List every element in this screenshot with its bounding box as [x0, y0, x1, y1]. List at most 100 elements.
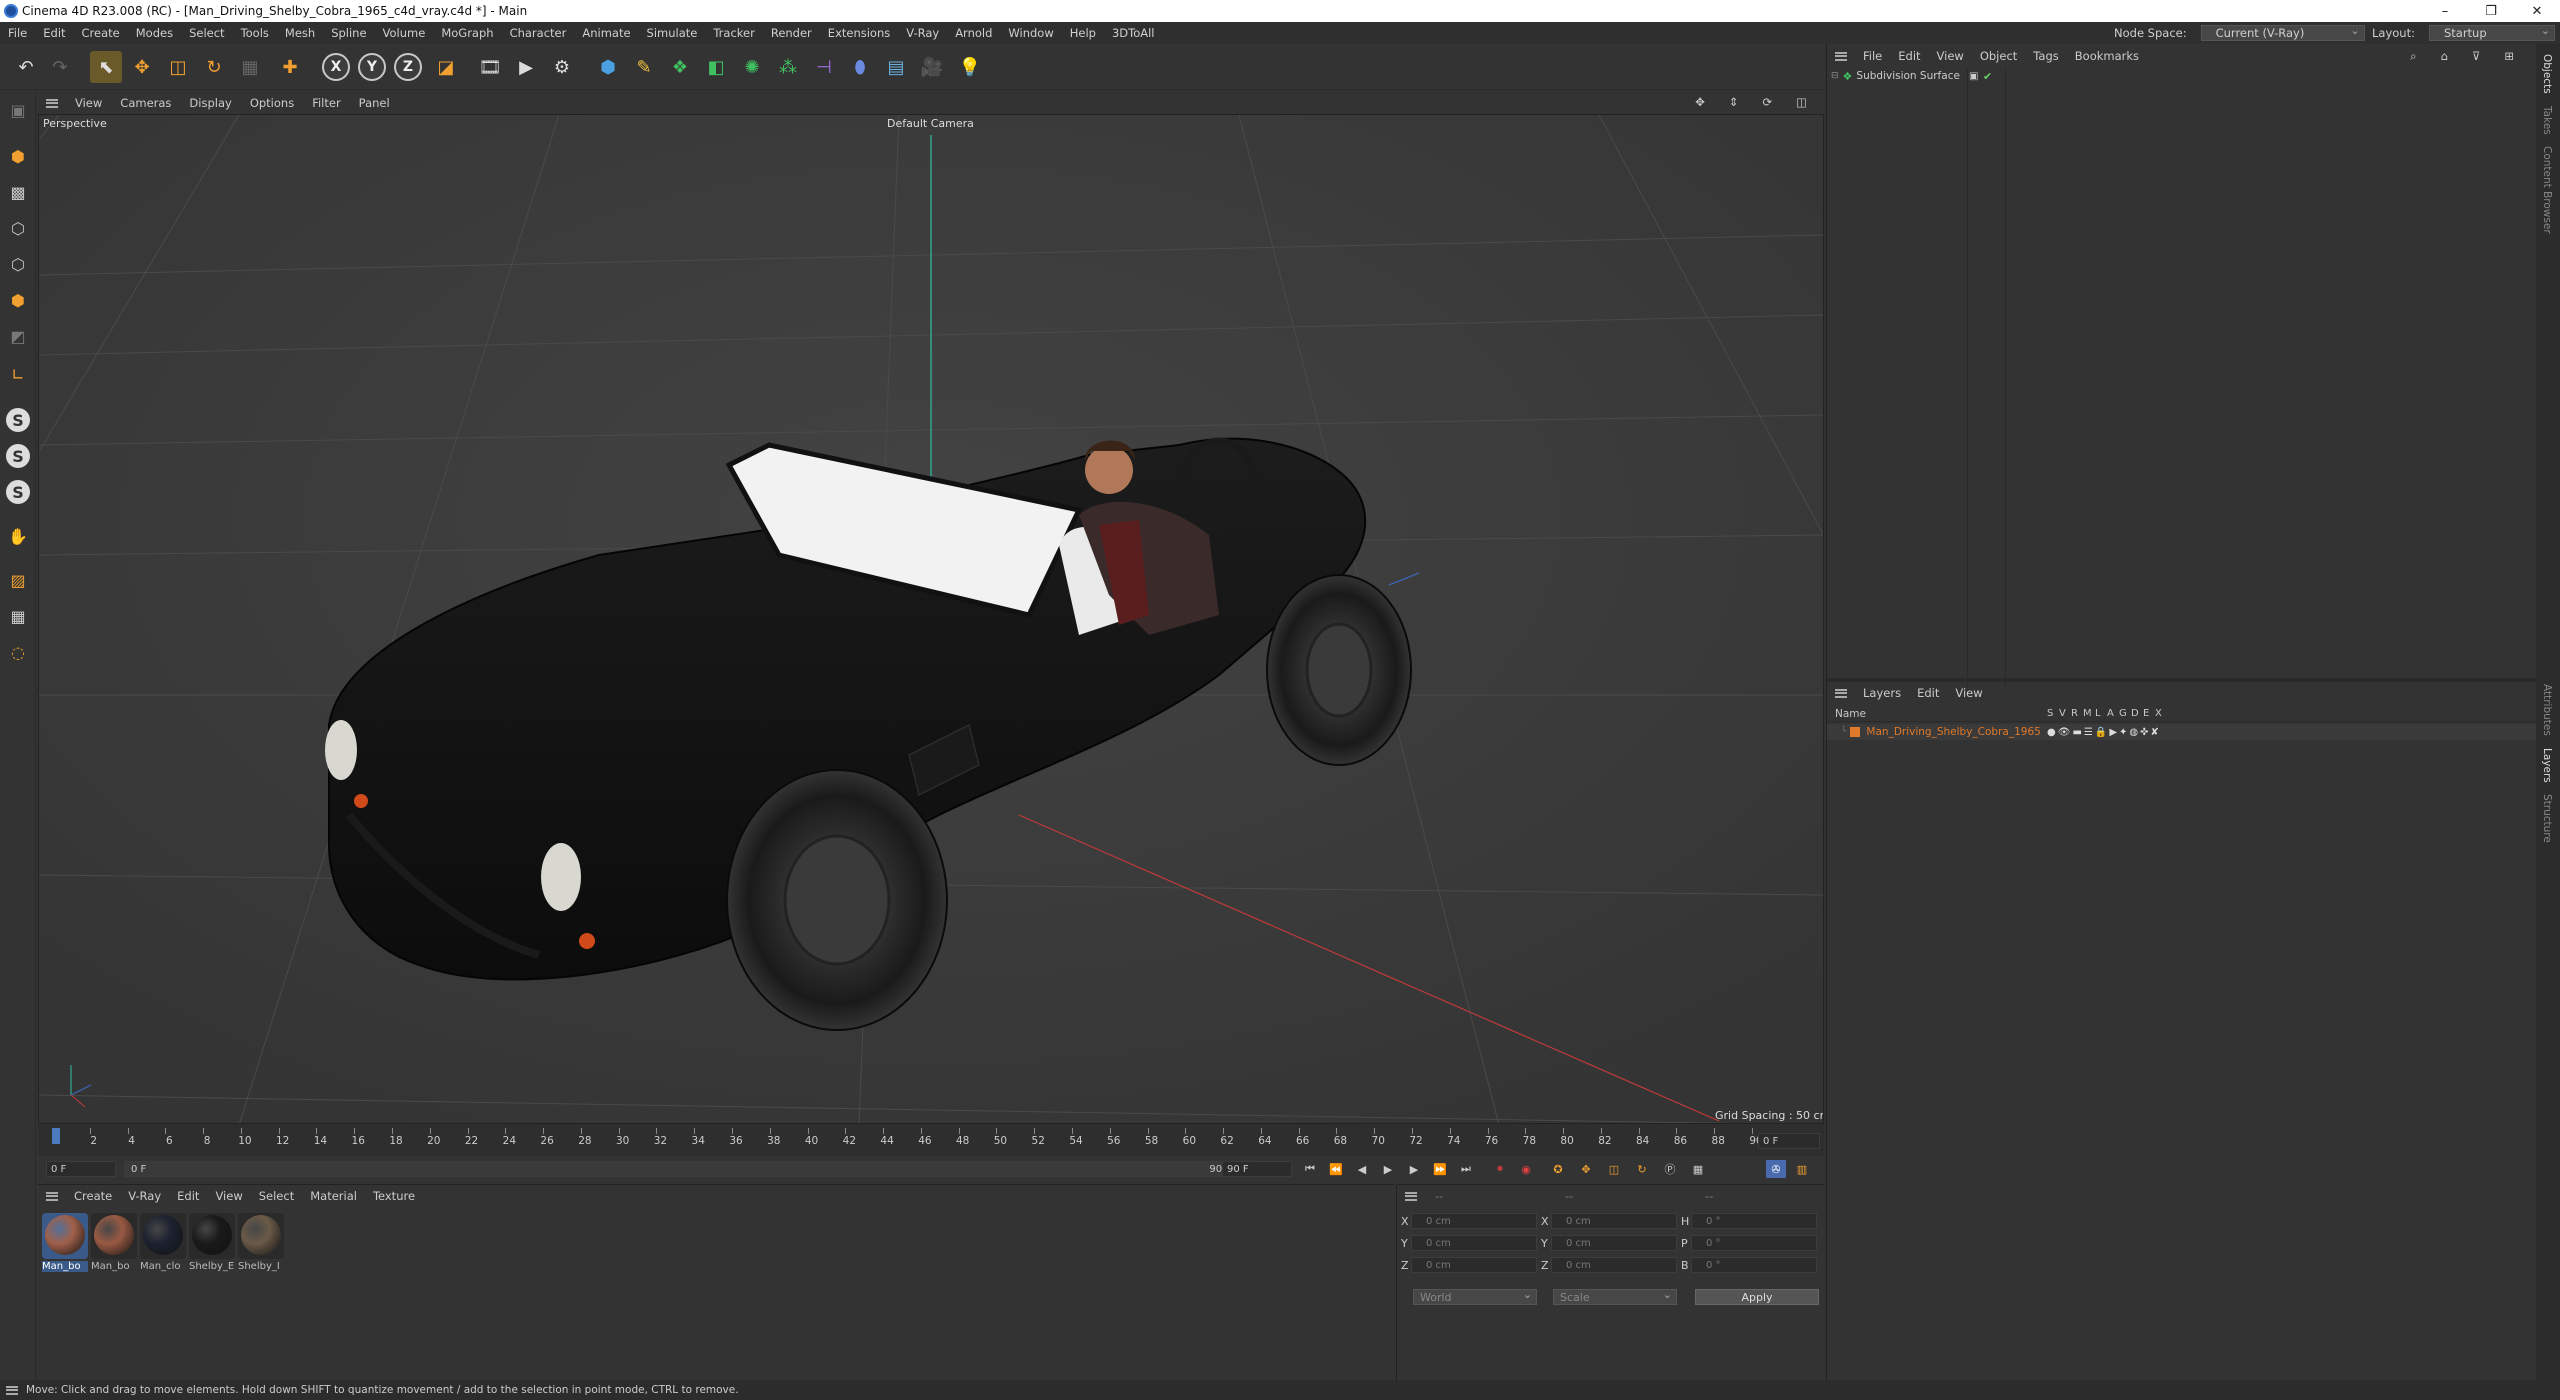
- obj-menu-view[interactable]: View: [1929, 49, 1972, 63]
- axis-mode-icon[interactable]: ∟: [4, 360, 32, 388]
- menu-window[interactable]: Window: [1000, 26, 1061, 40]
- coord-value-field[interactable]: 0 °: [1691, 1213, 1817, 1229]
- solo-mode-icon[interactable]: ◌: [4, 638, 32, 666]
- menu-spline[interactable]: Spline: [323, 26, 374, 40]
- mat-menu-edit[interactable]: Edit: [169, 1189, 207, 1203]
- menu-volume[interactable]: Volume: [375, 26, 434, 40]
- mat-menu-vray[interactable]: V-Ray: [120, 1189, 169, 1203]
- layer-deformers-icon[interactable]: ◍: [2129, 727, 2138, 738]
- status-hamburger-icon[interactable]: [6, 1385, 18, 1395]
- move-tool-icon[interactable]: ✥: [126, 51, 158, 83]
- mat-menu-view[interactable]: View: [207, 1189, 250, 1203]
- mat-menu-create[interactable]: Create: [66, 1189, 120, 1203]
- prev-key-icon[interactable]: ⏪: [1326, 1160, 1346, 1178]
- layer-view-icon[interactable]: 👁: [2058, 727, 2071, 738]
- menu-vray[interactable]: V-Ray: [898, 26, 947, 40]
- last-tool-icon[interactable]: ▦: [234, 51, 266, 83]
- material-thumbnail[interactable]: [42, 1213, 88, 1259]
- mat-menu-material[interactable]: Material: [302, 1189, 365, 1203]
- scale-tool-icon[interactable]: ◫: [162, 51, 194, 83]
- obj-menu-tags[interactable]: Tags: [2025, 49, 2066, 63]
- playhead[interactable]: [52, 1128, 60, 1144]
- start-frame-field[interactable]: 0 F: [46, 1161, 116, 1177]
- material-name[interactable]: Man_clo: [140, 1261, 186, 1272]
- layer-animation-icon[interactable]: ▶: [2109, 727, 2117, 738]
- model-mode-icon[interactable]: ⬢: [4, 142, 32, 170]
- menu-modes[interactable]: Modes: [128, 26, 181, 40]
- camera-object-icon[interactable]: 🎥: [916, 51, 948, 83]
- tab-attributes[interactable]: Attributes: [2541, 684, 2553, 736]
- spline-pen-icon[interactable]: ✎: [628, 51, 660, 83]
- pan-view-icon[interactable]: ✥: [1686, 95, 1714, 109]
- restore-button[interactable]: ❐: [2468, 0, 2514, 22]
- texture-mode-icon[interactable]: ▩: [4, 178, 32, 206]
- layer-flag-header[interactable]: V: [2059, 708, 2066, 719]
- object-name[interactable]: Subdivision Surface: [1856, 70, 1960, 82]
- coord-space-select[interactable]: World: [1413, 1288, 1537, 1305]
- scene-object-icon[interactable]: ⬮: [844, 51, 876, 83]
- x-axis-lock-icon[interactable]: X: [322, 53, 350, 81]
- layers-hamburger-icon[interactable]: [1835, 688, 1847, 698]
- snap-settings-icon[interactable]: S: [6, 444, 30, 468]
- obj-menu-bookmarks[interactable]: Bookmarks: [2067, 49, 2147, 63]
- menu-mesh[interactable]: Mesh: [277, 26, 323, 40]
- prev-frame-icon[interactable]: ◀: [1352, 1160, 1372, 1178]
- coords-hamburger-icon[interactable]: [1405, 1191, 1417, 1201]
- key-scale-icon[interactable]: ◫: [1604, 1160, 1624, 1178]
- viewport-menu-display[interactable]: Display: [180, 96, 240, 110]
- layer-flag-header[interactable]: E: [2143, 708, 2149, 719]
- layer-color-swatch[interactable]: [1850, 727, 1861, 737]
- menu-select[interactable]: Select: [181, 26, 232, 40]
- viewport-menu-filter[interactable]: Filter: [303, 96, 349, 110]
- orbit-view-icon[interactable]: ⟳: [1753, 95, 1781, 109]
- menu-tools[interactable]: Tools: [233, 26, 277, 40]
- next-frame-icon[interactable]: ▶: [1404, 1160, 1424, 1178]
- coord-mode-select[interactable]: Scale: [1553, 1288, 1677, 1305]
- layer-generators-icon[interactable]: ✦: [2119, 727, 2127, 738]
- timeline-ruler[interactable]: 0246810121416182022242628303234363840424…: [38, 1124, 1824, 1156]
- tab-objects[interactable]: Objects: [2541, 54, 2553, 94]
- key-rotation-icon[interactable]: ↻: [1632, 1160, 1652, 1178]
- layer-flag-header[interactable]: M: [2083, 708, 2092, 719]
- maximize-view-icon[interactable]: ◫: [1787, 95, 1816, 109]
- workplane-snap-icon[interactable]: S: [6, 480, 30, 504]
- undo-icon[interactable]: ↶: [10, 51, 42, 83]
- viewport-menu-cameras[interactable]: Cameras: [111, 96, 180, 110]
- next-key-icon[interactable]: ⏩: [1430, 1160, 1450, 1178]
- current-frame-field[interactable]: 0 F: [1758, 1133, 1820, 1149]
- frame-range-slider[interactable]: 0 F 90 F: [124, 1161, 1238, 1177]
- polygons-mode-icon[interactable]: ⬢: [4, 286, 32, 314]
- y-axis-lock-icon[interactable]: Y: [358, 53, 386, 81]
- uv-mode-icon[interactable]: ◩: [4, 322, 32, 350]
- locked-workplane-icon[interactable]: ▦: [4, 602, 32, 630]
- z-axis-lock-icon[interactable]: Z: [394, 53, 422, 81]
- object-row[interactable]: ⊟ ❖ Subdivision Surface ▣ ✔: [1827, 68, 2537, 84]
- layout-select[interactable]: Startup: [2428, 24, 2555, 41]
- tab-content-browser[interactable]: Content Browser: [2541, 146, 2553, 234]
- render-region-icon[interactable]: 🎞: [474, 51, 506, 83]
- layer-flag-header[interactable]: A: [2107, 708, 2114, 719]
- tab-takes[interactable]: Takes: [2541, 106, 2553, 135]
- coordinate-system-icon[interactable]: ◪: [430, 51, 462, 83]
- layer-solo-icon[interactable]: ●: [2047, 727, 2056, 738]
- mograph-cloner-icon[interactable]: ✺: [736, 51, 768, 83]
- play-icon[interactable]: ▶: [1378, 1160, 1398, 1178]
- menu-mograph[interactable]: MoGraph: [433, 26, 501, 40]
- viewport-menu-view[interactable]: View: [66, 96, 111, 110]
- material-thumbnail[interactable]: [140, 1213, 186, 1259]
- select-tool-icon[interactable]: ⬉: [90, 51, 122, 83]
- key-pla-icon[interactable]: ▦: [1688, 1160, 1708, 1178]
- tab-layers[interactable]: Layers: [2541, 748, 2553, 783]
- menu-3dtoall[interactable]: 3DToAll: [1104, 26, 1163, 40]
- motion-system-icon[interactable]: ✇: [1766, 1160, 1786, 1178]
- close-button[interactable]: ✕: [2514, 0, 2560, 22]
- menu-extensions[interactable]: Extensions: [820, 26, 898, 40]
- mat-menu-texture[interactable]: Texture: [365, 1189, 423, 1203]
- workplane-icon[interactable]: ▨: [4, 566, 32, 594]
- key-parameter-icon[interactable]: Ⓟ: [1660, 1160, 1680, 1178]
- key-position-icon[interactable]: ✥: [1576, 1160, 1596, 1178]
- coord-value-field[interactable]: 0 cm: [1411, 1213, 1537, 1229]
- viewport-hamburger-icon[interactable]: [46, 98, 58, 108]
- material-thumbnail[interactable]: [91, 1213, 137, 1259]
- goto-end-icon[interactable]: ⏭: [1456, 1160, 1476, 1178]
